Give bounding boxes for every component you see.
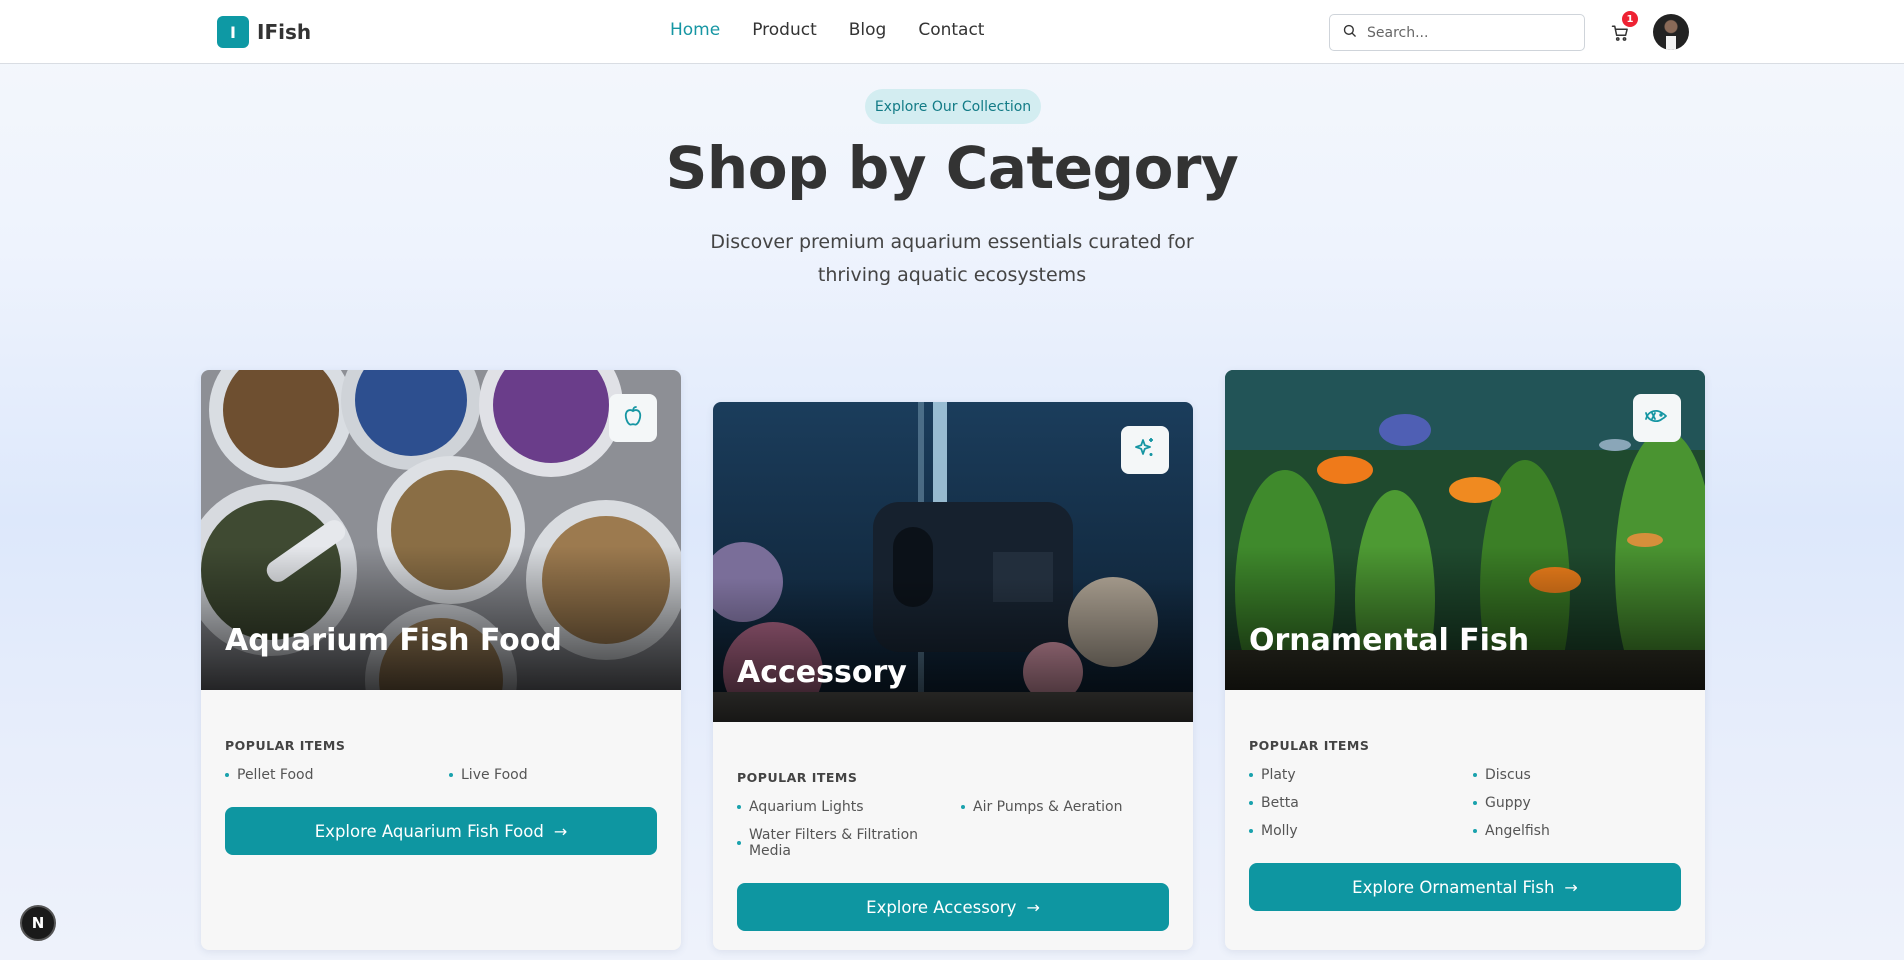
arrow-right-icon: →	[1026, 897, 1040, 917]
top-navbar: I IFish Home Product Blog Contact 1	[0, 0, 1904, 64]
popular-item[interactable]: Live Food	[449, 767, 673, 783]
popular-items-label: POPULAR ITEMS	[1249, 738, 1370, 753]
nav-link-blog[interactable]: Blog	[849, 20, 887, 40]
popular-item-label: Aquarium Lights	[749, 799, 864, 815]
page-title: Shop by Category	[665, 134, 1239, 202]
popular-item[interactable]: Betta	[1249, 795, 1473, 811]
popular-item[interactable]: Aquarium Lights	[737, 799, 961, 815]
page-subtitle: Discover premium aquarium essentials cur…	[710, 231, 1194, 286]
popular-item[interactable]: Platy	[1249, 767, 1473, 783]
card-badge-ornamental-fish[interactable]	[1633, 394, 1681, 442]
popular-item[interactable]: Angelfish	[1473, 823, 1697, 839]
popular-item[interactable]: Molly	[1249, 823, 1473, 839]
arrow-right-icon: →	[553, 821, 568, 841]
fish-icon	[1644, 404, 1670, 432]
nav-links: Home Product Blog Contact	[670, 20, 1016, 40]
user-avatar[interactable]	[1653, 14, 1689, 50]
avatar-shirt	[1666, 36, 1676, 50]
popular-items-list: Pellet Food Live Food	[225, 767, 657, 783]
popular-items-list: Platy Discus Betta Guppy Molly Angelfish	[1249, 767, 1681, 839]
popular-item-label: Molly	[1261, 823, 1298, 839]
card-badge-fish-food[interactable]	[609, 394, 657, 442]
popular-item-label: Discus	[1485, 767, 1531, 783]
popular-items-list: Aquarium Lights Air Pumps & Aeration Wat…	[737, 799, 1169, 859]
cart-count-badge: 1	[1622, 11, 1638, 27]
button-label: Explore Aquarium Fish Food	[314, 821, 544, 841]
logo-text: IFish	[257, 20, 312, 44]
popular-item[interactable]: Guppy	[1473, 795, 1697, 811]
search-input[interactable]	[1367, 24, 1567, 41]
card-title: Ornamental Fish	[1249, 623, 1530, 658]
popular-item[interactable]: Air Pumps & Aeration	[961, 799, 1185, 815]
search-box[interactable]	[1329, 14, 1585, 51]
search-icon	[1342, 23, 1357, 42]
nav-link-home[interactable]: Home	[670, 20, 720, 40]
popular-item-label: Betta	[1261, 795, 1299, 811]
category-image-fish-food: Aquarium Fish Food	[201, 370, 681, 690]
popular-item[interactable]: Discus	[1473, 767, 1697, 783]
category-image-ornamental-fish: Ornamental Fish	[1225, 370, 1705, 690]
apple-icon	[621, 404, 645, 432]
nextjs-dev-badge[interactable]: N	[20, 905, 56, 941]
sparkles-icon	[1133, 436, 1157, 464]
button-label: Explore Ornamental Fish	[1352, 877, 1555, 897]
popular-item-label: Air Pumps & Aeration	[973, 799, 1123, 815]
cart-button[interactable]: 1	[1608, 11, 1638, 44]
popular-item-label: Water Filters & Filtration Media	[748, 827, 919, 859]
popular-item-label: Platy	[1261, 767, 1296, 783]
explore-fish-food-button[interactable]: Explore Aquarium Fish Food →	[225, 807, 657, 855]
card-title: Aquarium Fish Food	[225, 623, 562, 658]
logo-badge: I	[217, 16, 249, 48]
arrow-right-icon: →	[1564, 877, 1578, 897]
collection-pill: Explore Our Collection	[865, 89, 1041, 124]
popular-item-label: Guppy	[1485, 795, 1531, 811]
category-card-accessory: Accessory POPULAR ITEMS Aquarium Lights …	[713, 402, 1193, 950]
explore-ornamental-fish-button[interactable]: Explore Ornamental Fish →	[1249, 863, 1681, 911]
card-badge-accessory[interactable]	[1121, 426, 1169, 474]
category-image-accessory: Accessory	[713, 402, 1193, 722]
card-title: Accessory	[737, 655, 907, 690]
popular-item-label: Angelfish	[1485, 823, 1550, 839]
site-logo[interactable]: I IFish	[217, 16, 311, 48]
button-label: Explore Accessory	[866, 897, 1017, 917]
popular-items-label: POPULAR ITEMS	[225, 738, 346, 753]
nav-link-product[interactable]: Product	[752, 20, 817, 40]
popular-item-label: Live Food	[461, 767, 528, 783]
category-card-fish-food: Aquarium Fish Food POPULAR ITEMS Pellet …	[201, 370, 681, 950]
popular-item[interactable]: Water Filters & Filtration Media	[737, 827, 961, 859]
explore-accessory-button[interactable]: Explore Accessory →	[737, 883, 1169, 931]
category-card-ornamental-fish: Ornamental Fish POPULAR ITEMS Platy Disc…	[1225, 370, 1705, 950]
nav-link-contact[interactable]: Contact	[918, 20, 984, 40]
popular-item-label: Pellet Food	[237, 767, 314, 783]
popular-item[interactable]: Pellet Food	[225, 767, 449, 783]
popular-items-label: POPULAR ITEMS	[737, 770, 858, 785]
